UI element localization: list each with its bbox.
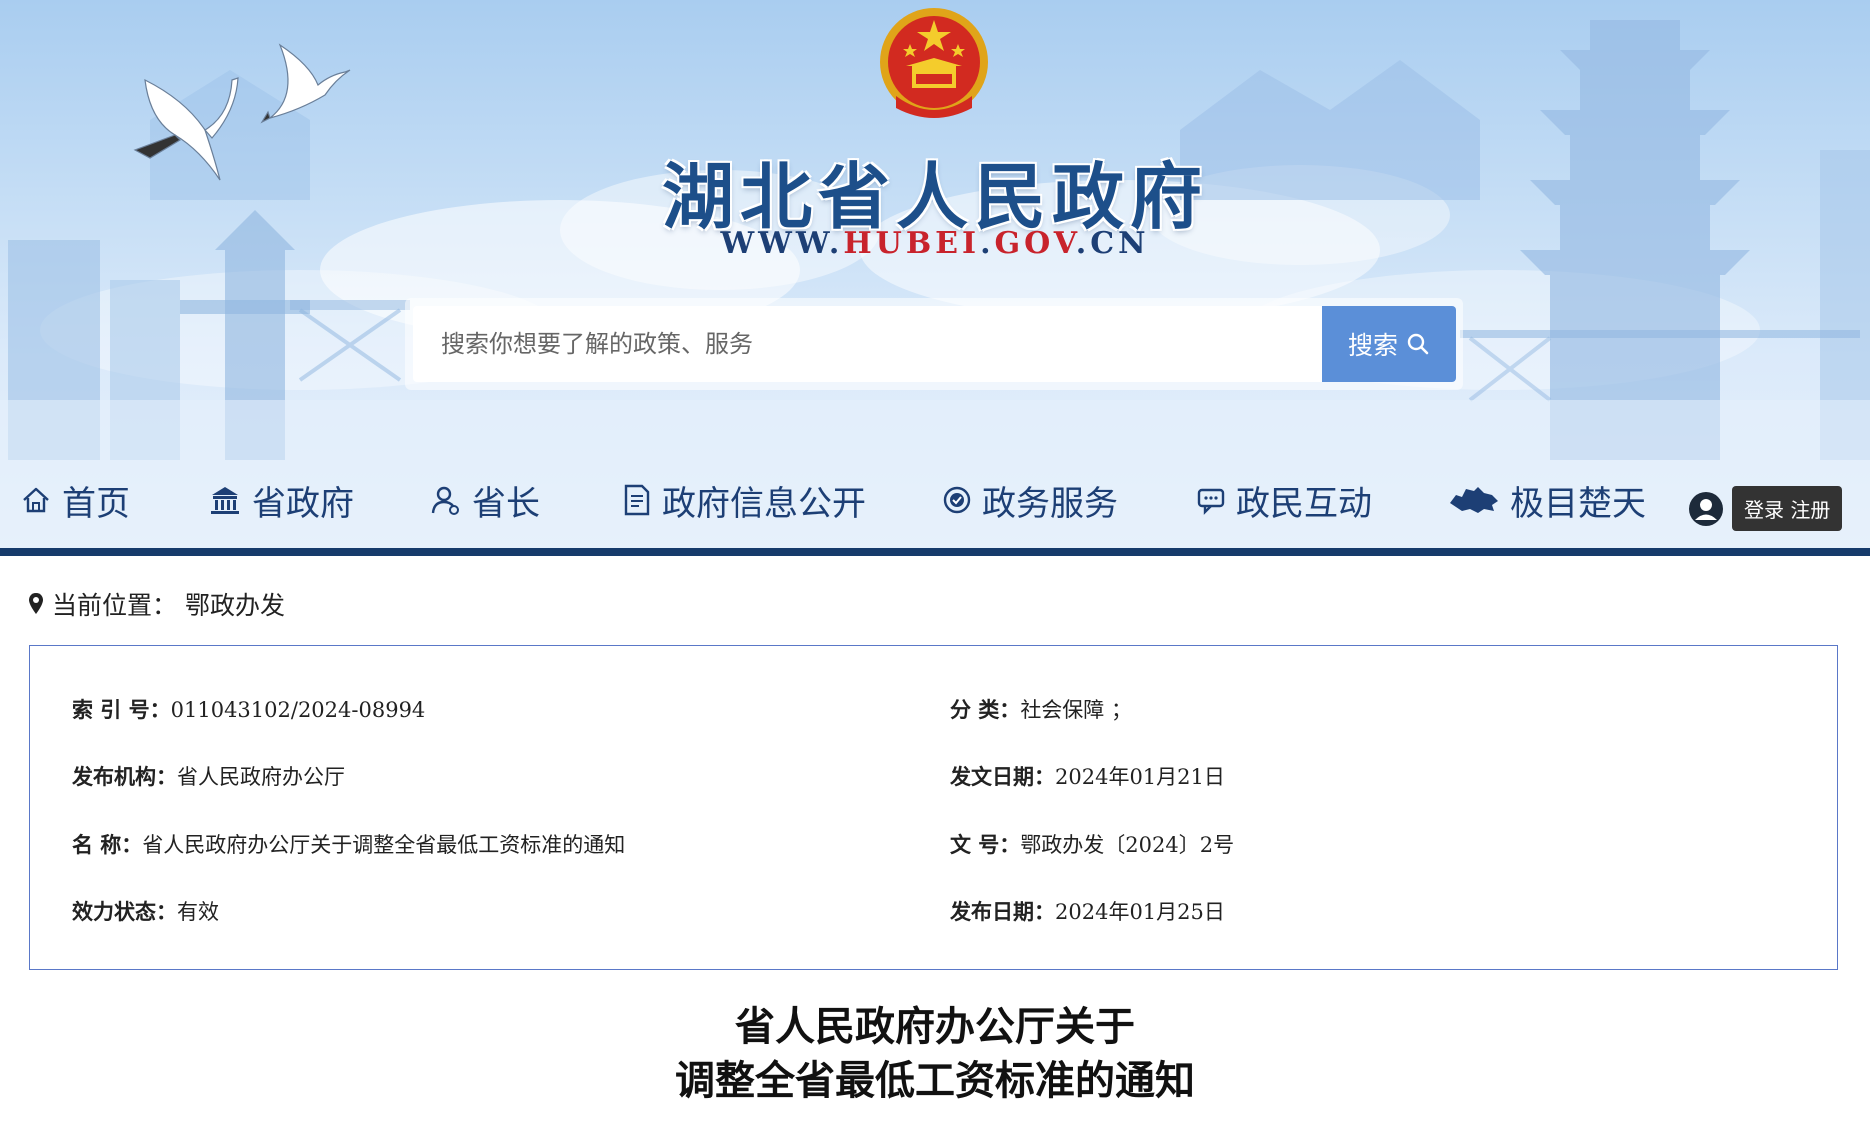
meta-key: 名 称：	[72, 832, 143, 857]
service-icon	[943, 486, 971, 514]
nav-item-label: 政务服务	[982, 483, 1118, 524]
breadcrumb-label: 当前位置：	[52, 591, 178, 620]
site-url-highlight2: GOV	[994, 226, 1076, 261]
building-icon	[211, 487, 239, 514]
meta-value: 省人民政府办公厅关于调整全省最低工资标准的通知	[142, 833, 626, 857]
meta-value: 有效	[177, 900, 219, 924]
person-icon	[431, 486, 459, 515]
chat-icon	[1197, 488, 1225, 515]
meta-key: 文 号：	[950, 832, 1021, 857]
meta-value: 鄂政办发〔2024〕2号	[1020, 833, 1235, 857]
search-icon	[1407, 333, 1429, 355]
breadcrumb-current[interactable]: 鄂政办发	[185, 586, 285, 622]
nav-item-info-disclosure[interactable]: 政府信息公开	[622, 470, 866, 530]
site-url-highlight: HUBEI	[843, 226, 981, 261]
breadcrumb: 当前位置： 鄂政办发	[28, 586, 285, 622]
home-icon	[23, 487, 49, 513]
header-banner: 湖北省人民政府 WWW.HUBEI.GOV.CN 搜索	[0, 0, 1870, 548]
nav-item-home[interactable]: 首页	[20, 470, 130, 530]
search-bar: 搜索	[405, 298, 1463, 390]
search-input[interactable]	[413, 306, 1328, 382]
meta-key: 发文日期：	[950, 764, 1055, 789]
meta-key: 发布日期：	[950, 899, 1055, 924]
nav-item-label: 省长	[472, 483, 540, 524]
meta-value: 2024年01月25日	[1055, 900, 1225, 924]
document-title-line2: 调整全省最低工资标准的通知	[675, 1058, 1195, 1104]
nav-item-interaction[interactable]: 政民互动	[1196, 470, 1372, 530]
search-button-label: 搜索	[1347, 331, 1398, 360]
meta-name: 名 称：省人民政府办公厅关于调整全省最低工资标准的通知	[72, 829, 625, 859]
meta-issue-date: 发文日期：2024年01月21日	[950, 761, 1225, 791]
nav-item-label: 首页	[62, 483, 130, 524]
site-url-suffix: .CN	[1075, 226, 1150, 261]
main-nav: 首页 省政府 省长 政府信息公开 政务服务 政民互动 极目楚天	[0, 470, 1870, 540]
nav-item-provincial-gov[interactable]: 省政府	[208, 470, 354, 530]
meta-validity-status: 效力状态：有效	[72, 896, 219, 926]
meta-doc-number: 文 号：鄂政办发〔2024〕2号	[950, 829, 1234, 859]
meta-index-number: 索 引 号：011043102/2024-08994	[72, 694, 425, 724]
site-url: WWW.HUBEI.GOV.CN	[0, 226, 1870, 261]
search-button[interactable]: 搜索	[1322, 306, 1456, 382]
location-pin-icon	[29, 593, 43, 614]
meta-value: 2024年01月21日	[1055, 765, 1225, 789]
meta-key: 分 类：	[950, 697, 1021, 722]
nav-divider	[0, 548, 1870, 556]
document-metadata-box: 索 引 号：011043102/2024-08994 分 类：社会保障 ； 发布…	[29, 645, 1838, 970]
nav-item-label: 政府信息公开	[662, 483, 866, 524]
nav-item-gov-services[interactable]: 政务服务	[942, 470, 1118, 530]
nav-item-jimu-chutian[interactable]: 极目楚天	[1448, 470, 1646, 530]
login-area: 登录 注册	[1688, 486, 1843, 531]
document-title-line1: 省人民政府办公厅关于	[735, 1004, 1135, 1050]
meta-key: 索 引 号：	[72, 697, 171, 722]
meta-value: 省人民政府办公厅	[177, 765, 345, 789]
site-url-prefix: WWW.	[720, 226, 844, 261]
nav-item-label: 极目楚天	[1510, 483, 1646, 524]
login-register-button[interactable]: 登录 注册	[1732, 486, 1843, 531]
site-url-dot: .	[980, 226, 995, 261]
document-icon	[624, 484, 650, 516]
meta-key: 效力状态：	[72, 899, 177, 924]
nav-item-governor[interactable]: 省长	[430, 470, 540, 530]
meta-publish-date: 发布日期：2024年01月25日	[950, 896, 1225, 926]
meta-value: 011043102/2024-08994	[170, 698, 426, 722]
meta-category: 分 类：社会保障 ；	[950, 694, 1132, 724]
meta-publisher: 发布机构：省人民政府办公厅	[72, 761, 345, 791]
nav-item-label: 省政府	[252, 483, 354, 524]
hubei-map-icon	[1450, 487, 1498, 513]
nav-item-label: 政民互动	[1236, 483, 1372, 524]
meta-key: 发布机构：	[72, 764, 177, 789]
national-emblem-icon	[880, 8, 988, 118]
user-avatar-icon[interactable]	[1688, 491, 1724, 527]
meta-value: 社会保障 ；	[1020, 698, 1132, 722]
